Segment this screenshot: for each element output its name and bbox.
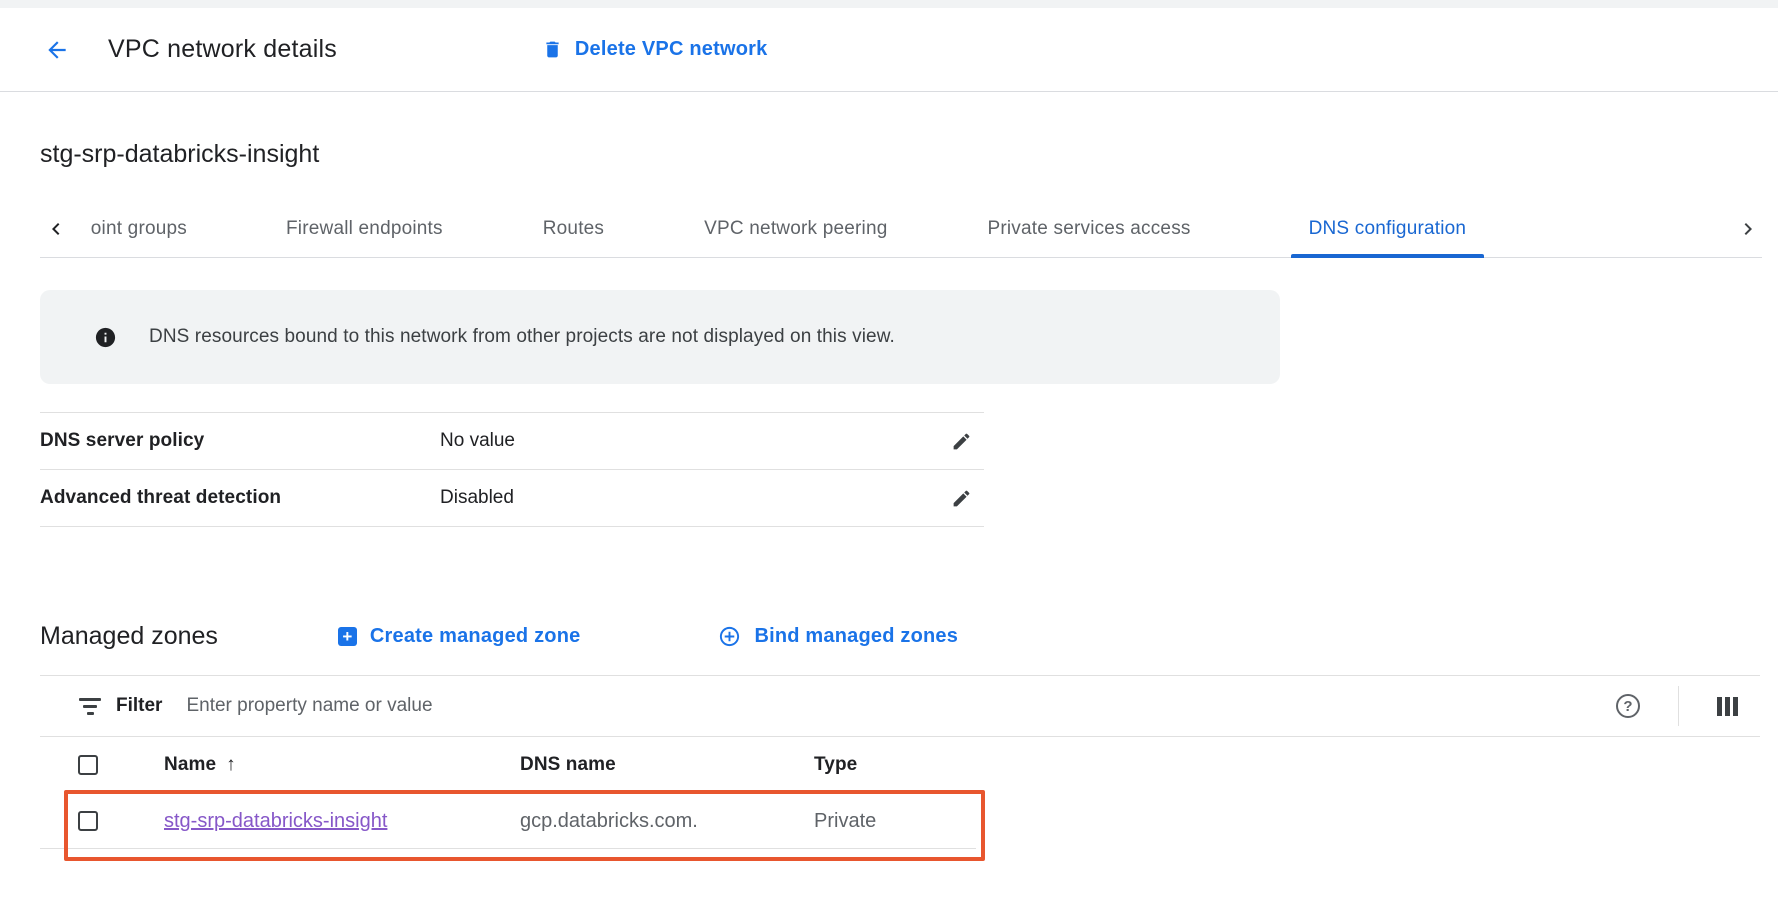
toolbar-divider xyxy=(1678,686,1679,726)
tab-private-services-access[interactable]: Private services access xyxy=(987,200,1190,257)
tab-scroll-right-button[interactable] xyxy=(1734,217,1762,241)
tab-label: DNS configuration xyxy=(1309,218,1467,240)
add-circle-icon xyxy=(718,625,741,648)
back-arrow-icon xyxy=(44,37,70,63)
table-row: stg-srp-databricks-insight gcp.databrick… xyxy=(40,793,1760,849)
network-name-heading: stg-srp-databricks-insight xyxy=(40,138,1778,170)
top-strip xyxy=(0,0,1778,8)
help-icon: ? xyxy=(1616,694,1640,718)
bind-managed-zones-label: Bind managed zones xyxy=(754,625,958,648)
pencil-icon xyxy=(951,431,972,452)
dns-properties-table: DNS server policy No value Advanced thre… xyxy=(40,412,984,527)
tab-firewall-endpoints[interactable]: Firewall endpoints xyxy=(286,200,443,257)
tab-bar: point groups Firewall endpoints Routes V… xyxy=(40,200,1762,258)
tab-point-groups[interactable]: point groups xyxy=(90,200,194,257)
tab-vpc-network-peering[interactable]: VPC network peering xyxy=(704,200,887,257)
bind-managed-zones-button[interactable]: Bind managed zones xyxy=(718,625,958,648)
table-header-row: Name ↑ DNS name Type xyxy=(40,737,1760,793)
column-header-dns-name: DNS name xyxy=(520,754,814,776)
vpc-network-details-page: VPC network details Delete VPC network s… xyxy=(0,0,1778,849)
back-button[interactable] xyxy=(40,33,74,67)
property-row-advanced-threat-detection: Advanced threat detection Disabled xyxy=(40,470,984,527)
filter-label: Filter xyxy=(116,695,162,717)
property-label: Advanced threat detection xyxy=(40,487,440,509)
edit-dns-server-policy-button[interactable] xyxy=(947,427,976,456)
column-header-type: Type xyxy=(814,754,1760,776)
row-checkbox[interactable] xyxy=(78,811,98,831)
chevron-right-icon xyxy=(1736,217,1760,241)
dns-name-cell: gcp.databricks.com. xyxy=(520,810,814,833)
filter-bar: Filter ? xyxy=(40,675,1760,737)
column-header-name[interactable]: Name ↑ xyxy=(164,754,520,776)
managed-zones-header: Managed zones + Create managed zone Bind… xyxy=(40,617,1738,655)
columns-icon xyxy=(1717,697,1722,716)
edit-advanced-threat-detection-button[interactable] xyxy=(947,484,976,513)
managed-zone-link[interactable]: stg-srp-databricks-insight xyxy=(164,810,520,833)
property-row-dns-server-policy: DNS server policy No value xyxy=(40,413,984,470)
sort-ascending-icon: ↑ xyxy=(226,754,236,776)
tab-label: point groups xyxy=(90,218,187,240)
tab-dns-configuration[interactable]: DNS configuration xyxy=(1291,200,1485,257)
create-managed-zone-label: Create managed zone xyxy=(370,625,581,648)
filter-icon xyxy=(78,698,102,715)
pencil-icon xyxy=(951,488,972,509)
column-display-options-button[interactable] xyxy=(1715,695,1740,718)
page-title: VPC network details xyxy=(108,35,337,64)
tab-label: Private services access xyxy=(987,218,1190,240)
help-button[interactable]: ? xyxy=(1614,692,1642,720)
tab-label: VPC network peering xyxy=(704,218,887,240)
managed-zones-title: Managed zones xyxy=(40,622,218,651)
tab-scroll-left-button[interactable] xyxy=(40,217,72,241)
tab-routes[interactable]: Routes xyxy=(543,200,604,257)
page-header: VPC network details Delete VPC network xyxy=(0,8,1778,92)
type-cell: Private xyxy=(814,810,1760,833)
create-managed-zone-button[interactable]: + Create managed zone xyxy=(338,625,581,648)
property-value: Disabled xyxy=(440,487,947,509)
filter-button[interactable]: Filter xyxy=(78,695,162,717)
info-banner-text: DNS resources bound to this network from… xyxy=(149,326,895,348)
chevron-left-icon xyxy=(44,217,68,241)
delete-vpc-network-button[interactable]: Delete VPC network xyxy=(542,38,768,61)
select-all-checkbox[interactable] xyxy=(78,755,98,775)
info-icon xyxy=(94,326,117,349)
tab-label: Firewall endpoints xyxy=(286,218,443,240)
info-banner: DNS resources bound to this network from… xyxy=(40,290,1280,384)
property-label: DNS server policy xyxy=(40,430,440,452)
trash-icon xyxy=(542,39,563,60)
delete-button-label: Delete VPC network xyxy=(575,38,768,61)
filter-input[interactable] xyxy=(186,695,1614,717)
add-box-icon: + xyxy=(338,627,357,646)
managed-zones-list: Filter ? Name ↑ DNS name Type stg-srp-da… xyxy=(40,675,1760,849)
property-value: No value xyxy=(440,430,947,452)
tab-label: Routes xyxy=(543,218,604,240)
